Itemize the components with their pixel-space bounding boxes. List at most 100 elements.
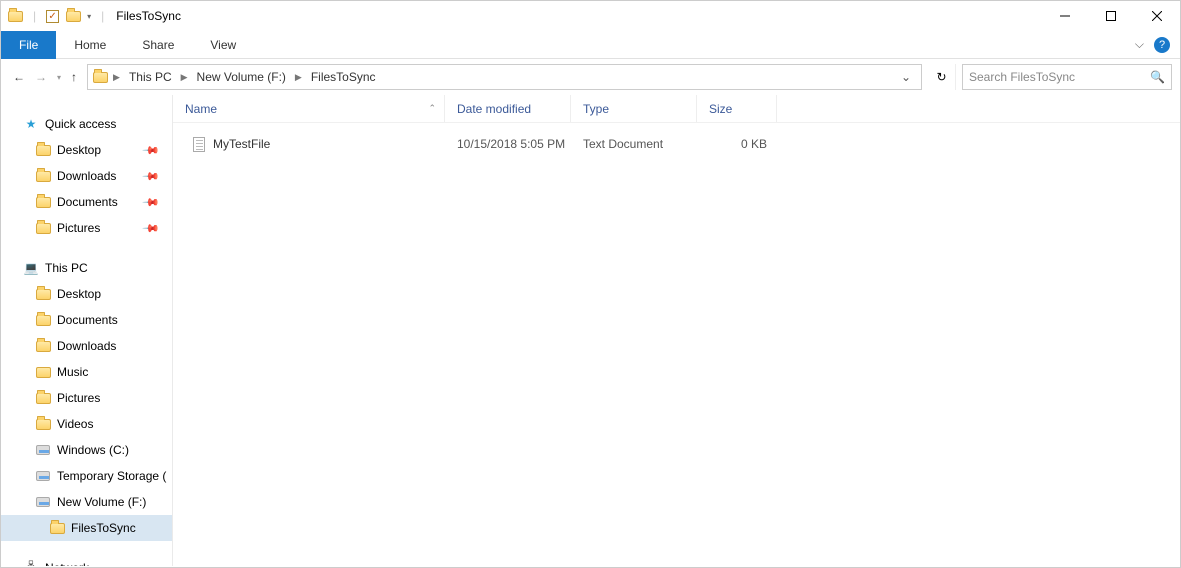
sidebar-label: Videos xyxy=(57,417,93,431)
tab-share[interactable]: Share xyxy=(124,32,192,58)
sidebar-label: Downloads xyxy=(57,339,116,353)
pin-icon: 📌 xyxy=(142,219,161,238)
sidebar-item-music[interactable]: Music xyxy=(1,359,172,385)
app-icon xyxy=(7,8,23,24)
up-button[interactable]: ↑ xyxy=(71,70,77,84)
sidebar-item-network[interactable]: 🖧 Network xyxy=(1,555,172,566)
sidebar-label: Downloads xyxy=(57,169,116,183)
file-type: Text Document xyxy=(571,137,697,151)
sidebar-item-quick-access[interactable]: ★ Quick access xyxy=(1,111,172,137)
folder-icon xyxy=(35,338,51,354)
address-dropdown-icon[interactable]: ⌄ xyxy=(895,70,917,84)
sidebar-item-this-pc[interactable]: 💻 This PC xyxy=(1,255,172,281)
sidebar-item-pictures[interactable]: Pictures 📌 xyxy=(1,215,172,241)
file-row[interactable]: MyTestFile 10/15/2018 5:05 PM Text Docum… xyxy=(173,133,1180,155)
folder-icon xyxy=(35,168,51,184)
help-icon[interactable]: ? xyxy=(1154,37,1170,53)
breadcrumb-item[interactable]: FilesToSync xyxy=(307,68,380,86)
disk-icon xyxy=(35,494,51,510)
chevron-right-icon[interactable]: ▶ xyxy=(110,72,123,83)
sidebar-label: Quick access xyxy=(45,117,116,131)
search-input[interactable]: Search FilesToSync 🔍 xyxy=(962,64,1172,90)
column-header-name[interactable]: Name⌃ xyxy=(173,95,445,122)
tab-home[interactable]: Home xyxy=(56,32,124,58)
refresh-button[interactable]: ↻ xyxy=(928,64,956,90)
sidebar-label: Desktop xyxy=(57,143,101,157)
back-button[interactable]: ← xyxy=(13,70,25,84)
file-tab[interactable]: File xyxy=(1,31,56,59)
folder-icon xyxy=(35,312,51,328)
folder-icon xyxy=(35,220,51,236)
sidebar-item-videos[interactable]: Videos xyxy=(1,411,172,437)
sidebar-item-documents[interactable]: Documents xyxy=(1,307,172,333)
sidebar-item-temp-storage[interactable]: Temporary Storage ( xyxy=(1,463,172,489)
folder-icon xyxy=(35,364,51,380)
folder-icon xyxy=(35,390,51,406)
column-header-type[interactable]: Type xyxy=(571,95,697,122)
forward-button: → xyxy=(35,70,47,84)
sidebar-item-windows-c[interactable]: Windows (C:) xyxy=(1,437,172,463)
pin-icon: 📌 xyxy=(142,141,161,160)
navigation-pane[interactable]: ★ Quick access Desktop 📌 Downloads 📌 Docum… xyxy=(1,95,173,566)
folder-icon xyxy=(49,520,65,536)
pin-icon: 📌 xyxy=(142,167,161,186)
folder-icon xyxy=(35,286,51,302)
sidebar-label: FilesToSync xyxy=(71,521,136,535)
properties-qat-icon[interactable]: ✓ xyxy=(46,10,59,23)
qat-dropdown-icon[interactable]: ▾ xyxy=(87,12,91,21)
window-title: FilesToSync xyxy=(108,9,181,23)
folder-icon xyxy=(35,142,51,158)
sidebar-label: Documents xyxy=(57,195,118,209)
sidebar-label: This PC xyxy=(45,261,88,275)
ribbon-expand-icon[interactable]: ⌵ xyxy=(1125,37,1154,52)
breadcrumb-item[interactable]: This PC xyxy=(125,68,176,86)
folder-icon xyxy=(35,194,51,210)
search-placeholder: Search FilesToSync xyxy=(969,70,1075,84)
sidebar-item-new-volume-f[interactable]: New Volume (F:) xyxy=(1,489,172,515)
separator: | xyxy=(29,9,40,23)
breadcrumb-item[interactable]: New Volume (F:) xyxy=(193,68,290,86)
sidebar-label: Pictures xyxy=(57,391,100,405)
column-header-date[interactable]: Date modified xyxy=(445,95,571,122)
column-header-size[interactable]: Size xyxy=(697,95,777,122)
sidebar-label: New Volume (F:) xyxy=(57,495,146,509)
tab-view[interactable]: View xyxy=(192,32,254,58)
sidebar-label: Pictures xyxy=(57,221,100,235)
sidebar-item-filestosync[interactable]: FilesToSync xyxy=(1,515,172,541)
file-size: 0 KB xyxy=(697,137,777,151)
text-document-icon xyxy=(191,136,207,152)
file-name: MyTestFile xyxy=(213,137,270,151)
minimize-button[interactable] xyxy=(1042,1,1088,31)
search-icon[interactable]: 🔍 xyxy=(1150,70,1165,84)
sidebar-label: Windows (C:) xyxy=(57,443,129,457)
chevron-right-icon[interactable]: ▶ xyxy=(178,72,191,83)
sidebar-label: Temporary Storage ( xyxy=(57,469,166,483)
sidebar-item-desktop[interactable]: Desktop 📌 xyxy=(1,137,172,163)
close-button[interactable] xyxy=(1134,1,1180,31)
sidebar-label: Music xyxy=(57,365,88,379)
sidebar-item-documents[interactable]: Documents 📌 xyxy=(1,189,172,215)
sidebar-label: Documents xyxy=(57,313,118,327)
disk-icon xyxy=(35,468,51,484)
sidebar-item-desktop[interactable]: Desktop xyxy=(1,281,172,307)
maximize-button[interactable] xyxy=(1088,1,1134,31)
sort-indicator-icon: ⌃ xyxy=(428,103,436,114)
recent-dropdown-icon[interactable]: ▾ xyxy=(57,73,61,82)
sidebar-item-pictures[interactable]: Pictures xyxy=(1,385,172,411)
disk-icon xyxy=(35,442,51,458)
folder-icon xyxy=(35,416,51,432)
sidebar-label: Network xyxy=(45,561,89,566)
sidebar-item-downloads[interactable]: Downloads xyxy=(1,333,172,359)
pin-icon: 📌 xyxy=(142,193,161,212)
separator: | xyxy=(97,9,108,23)
network-icon: 🖧 xyxy=(23,560,39,566)
sidebar-item-downloads[interactable]: Downloads 📌 xyxy=(1,163,172,189)
address-bar[interactable]: ▶ This PC ▶ New Volume (F:) ▶ FilesToSyn… xyxy=(87,64,922,90)
new-folder-qat-icon[interactable] xyxy=(65,8,81,24)
chevron-right-icon[interactable]: ▶ xyxy=(292,72,305,83)
pc-icon: 💻 xyxy=(23,260,39,276)
star-icon: ★ xyxy=(23,116,39,132)
file-date: 10/15/2018 5:05 PM xyxy=(445,137,571,151)
folder-icon xyxy=(92,69,108,85)
sidebar-label: Desktop xyxy=(57,287,101,301)
